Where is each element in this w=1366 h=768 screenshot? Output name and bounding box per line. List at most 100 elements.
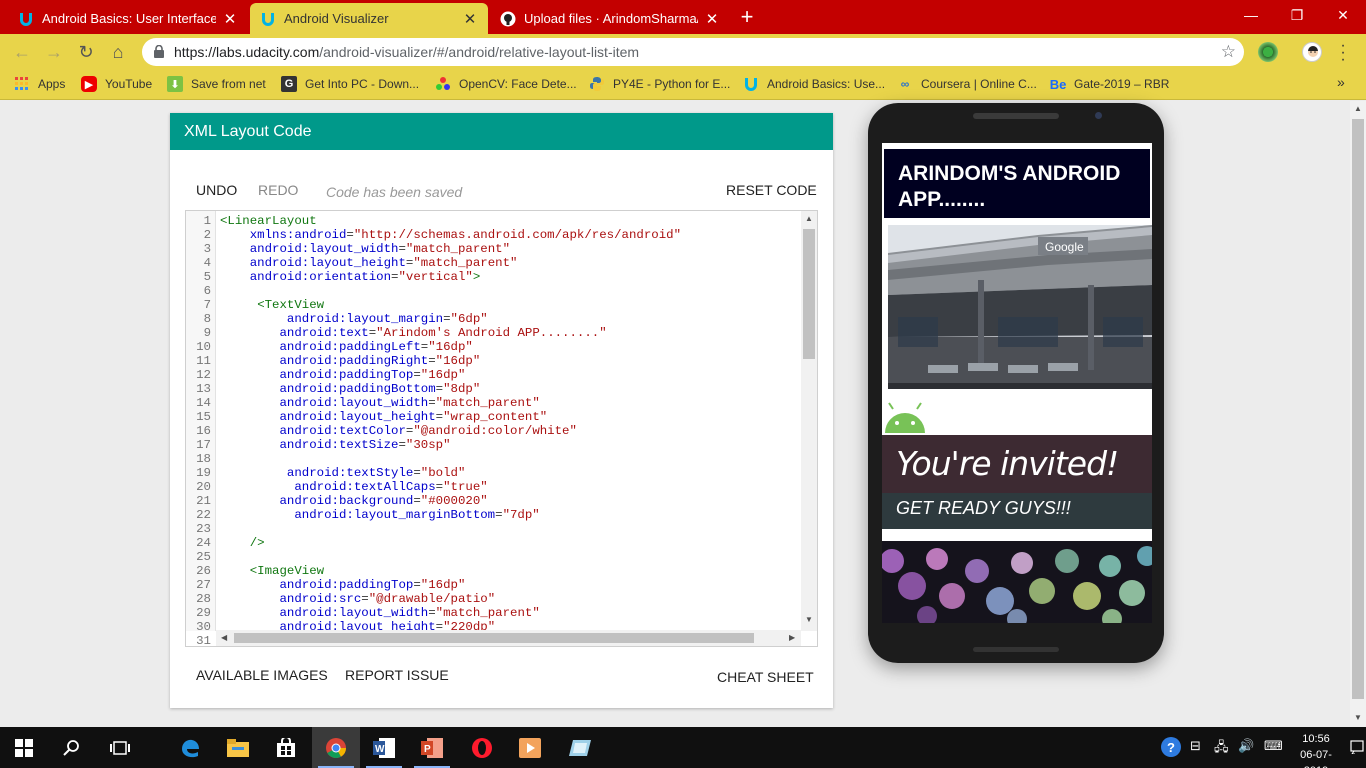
notes-icon[interactable] (556, 727, 604, 768)
line-code[interactable]: <TextView (220, 298, 324, 312)
reload-icon[interactable]: ↻ (74, 41, 98, 63)
bookmark-android-basics[interactable]: Android Basics: Use... (743, 76, 885, 92)
bookmark-gate-2019[interactable]: Be Gate-2019 – RBR (1050, 76, 1170, 92)
code-editor[interactable]: 1 <LinearLayout 2 xmlns:android="http://sc… (185, 210, 818, 647)
close-tab-icon[interactable]: ✕ (222, 10, 238, 28)
line-code[interactable]: android:layout_width="match_parent" (220, 242, 510, 256)
close-window-icon[interactable]: ✕ (1320, 0, 1366, 30)
code-line[interactable]: 25 (186, 550, 801, 564)
code-line[interactable]: 26 <ImageView (186, 564, 801, 578)
profile-avatar-icon[interactable] (1302, 42, 1322, 62)
code-line[interactable]: 14 android:layout_width="match_parent" (186, 396, 801, 410)
code-line[interactable]: 11 android:paddingRight="16dp" (186, 354, 801, 368)
code-line[interactable]: 24 /> (186, 536, 801, 550)
line-code[interactable]: android:layout_height="wrap_content" (220, 410, 548, 424)
line-code[interactable]: android:paddingRight="16dp" (220, 354, 481, 368)
media-player-icon[interactable] (506, 727, 554, 768)
editor-vertical-scrollbar[interactable]: ▲ ▼ (801, 211, 817, 631)
search-icon[interactable] (48, 727, 96, 768)
code-line[interactable]: 13 android:paddingBottom="8dp" (186, 382, 801, 396)
bookmark-star-icon[interactable]: ☆ (1221, 42, 1236, 62)
code-line[interactable]: 23 (186, 522, 801, 536)
line-code[interactable]: xmlns:android="http://schemas.android.co… (220, 228, 681, 242)
code-line[interactable]: 18 (186, 452, 801, 466)
code-line[interactable]: 22 android:layout_marginBottom="7dp" (186, 508, 801, 522)
line-code[interactable]: android:textSize="30sp" (220, 438, 451, 452)
scroll-right-icon[interactable]: ▶ (789, 633, 795, 642)
new-tab-button[interactable]: + (736, 6, 758, 28)
address-bar[interactable]: https://labs.udacity.com/android-visuali… (142, 38, 1244, 66)
line-code[interactable]: android:paddingBottom="8dp" (220, 382, 481, 396)
back-icon[interactable]: ← (10, 41, 34, 63)
system-clock[interactable]: 10:56 06-07-2019 (1288, 731, 1344, 768)
chrome-icon[interactable] (312, 727, 360, 768)
bookmark-apps[interactable]: Apps (14, 76, 65, 92)
undo-button[interactable]: UNDO (196, 182, 237, 198)
browser-menu-icon[interactable]: · · · (1336, 38, 1350, 68)
page-vertical-scrollbar[interactable]: ▲ ▼ (1350, 101, 1366, 727)
line-code[interactable]: android:paddingTop="16dp" (220, 578, 466, 592)
forward-icon[interactable]: → (42, 41, 66, 63)
code-line[interactable]: 28 android:src="@drawable/patio" (186, 592, 801, 606)
help-icon[interactable]: ? (1160, 736, 1182, 761)
extension-icon[interactable] (1258, 42, 1278, 62)
close-tab-icon[interactable]: ✕ (704, 10, 720, 28)
redo-button[interactable]: REDO (258, 182, 298, 198)
line-code[interactable]: android:textStyle="bold" (220, 466, 465, 480)
bookmark-coursera[interactable]: ∞ Coursera | Online C... (897, 76, 1037, 92)
code-line[interactable]: 9 android:text="Arindom's Android APP...… (186, 326, 801, 340)
bookmark-py4e[interactable]: PY4E - Python for E... (589, 76, 730, 92)
code-line[interactable]: 16 android:textColor="@android:color/whi… (186, 424, 801, 438)
line-code[interactable]: android:src="@drawable/patio" (220, 592, 496, 606)
close-tab-icon[interactable]: ✕ (462, 10, 478, 28)
editor-horizontal-scrollbar[interactable]: ◀ ▶ (216, 630, 801, 646)
language-icon[interactable]: ⌨ (1264, 738, 1283, 754)
code-line[interactable]: 17 android:textSize="30sp" (186, 438, 801, 452)
line-code[interactable]: android:textColor="@android:color/white" (220, 424, 577, 438)
line-code[interactable]: /> (220, 536, 265, 550)
code-line[interactable]: 10 android:paddingLeft="16dp" (186, 340, 801, 354)
store-icon[interactable] (262, 727, 310, 768)
edge-icon[interactable] (166, 727, 214, 768)
line-code[interactable]: android:paddingTop="16dp" (220, 368, 466, 382)
network-usb-icon[interactable]: ⊟ (1190, 738, 1201, 754)
code-line[interactable]: 8 android:layout_margin="6dp" (186, 312, 801, 326)
line-code[interactable]: <LinearLayout (220, 214, 317, 228)
report-issue-button[interactable]: REPORT ISSUE (345, 667, 449, 683)
line-code[interactable]: android:layout_height="match_parent" (220, 256, 518, 270)
word-icon[interactable]: W (360, 727, 408, 768)
restore-icon[interactable]: ❐ (1274, 0, 1320, 30)
code-line[interactable]: 21 android:background="#000020" (186, 494, 801, 508)
start-icon[interactable] (0, 727, 48, 768)
code-line[interactable]: 6 (186, 284, 801, 298)
scroll-left-icon[interactable]: ◀ (221, 633, 227, 642)
code-line[interactable]: 4 android:layout_height="match_parent" (186, 256, 801, 270)
line-code[interactable]: <ImageView (220, 564, 324, 578)
line-code[interactable]: android:orientation="vertical"> (220, 270, 481, 284)
task-view-icon[interactable] (96, 727, 144, 768)
bookmark-save-from-net[interactable]: ⬇ Save from net (167, 76, 266, 92)
bookmark-youtube[interactable]: ▶ YouTube (81, 76, 152, 92)
opera-icon[interactable] (458, 727, 506, 768)
scroll-up-icon[interactable]: ▲ (1350, 104, 1366, 113)
scrollbar-thumb[interactable] (803, 229, 815, 359)
home-icon[interactable]: ⌂ (106, 41, 130, 63)
tab-android-basics[interactable]: Android Basics: User Interface - U ✕ (8, 3, 248, 34)
network-icon[interactable]: 🖧 (1214, 738, 1229, 760)
bookmark-opencv[interactable]: OpenCV: Face Dete... (435, 76, 577, 92)
line-code[interactable]: android:text="Arindom's Android APP.....… (220, 326, 607, 340)
powerpoint-icon[interactable]: P (408, 727, 456, 768)
tab-upload-files[interactable]: Upload files · ArindomSharma/G ✕ (490, 3, 730, 34)
code-line[interactable]: 27 android:paddingTop="16dp" (186, 578, 801, 592)
tab-android-visualizer[interactable]: Android Visualizer ✕ (250, 3, 488, 34)
volume-icon[interactable]: 🔊 (1238, 738, 1254, 754)
file-explorer-icon[interactable] (214, 727, 262, 768)
line-code[interactable]: android:paddingLeft="16dp" (220, 340, 473, 354)
code-line[interactable]: 3 android:layout_width="match_parent" (186, 242, 801, 256)
line-code[interactable]: android:layout_margin="6dp" (220, 312, 488, 326)
code-lines[interactable]: 1 <LinearLayout 2 xmlns:android="http://sc… (186, 214, 801, 646)
cheat-sheet-button[interactable]: CHEAT SHEET (717, 669, 814, 685)
line-code[interactable]: android:layout_width="match_parent" (220, 396, 540, 410)
scroll-down-icon[interactable]: ▼ (805, 615, 813, 624)
bookmark-get-into-pc[interactable]: G Get Into PC - Down... (281, 76, 419, 92)
